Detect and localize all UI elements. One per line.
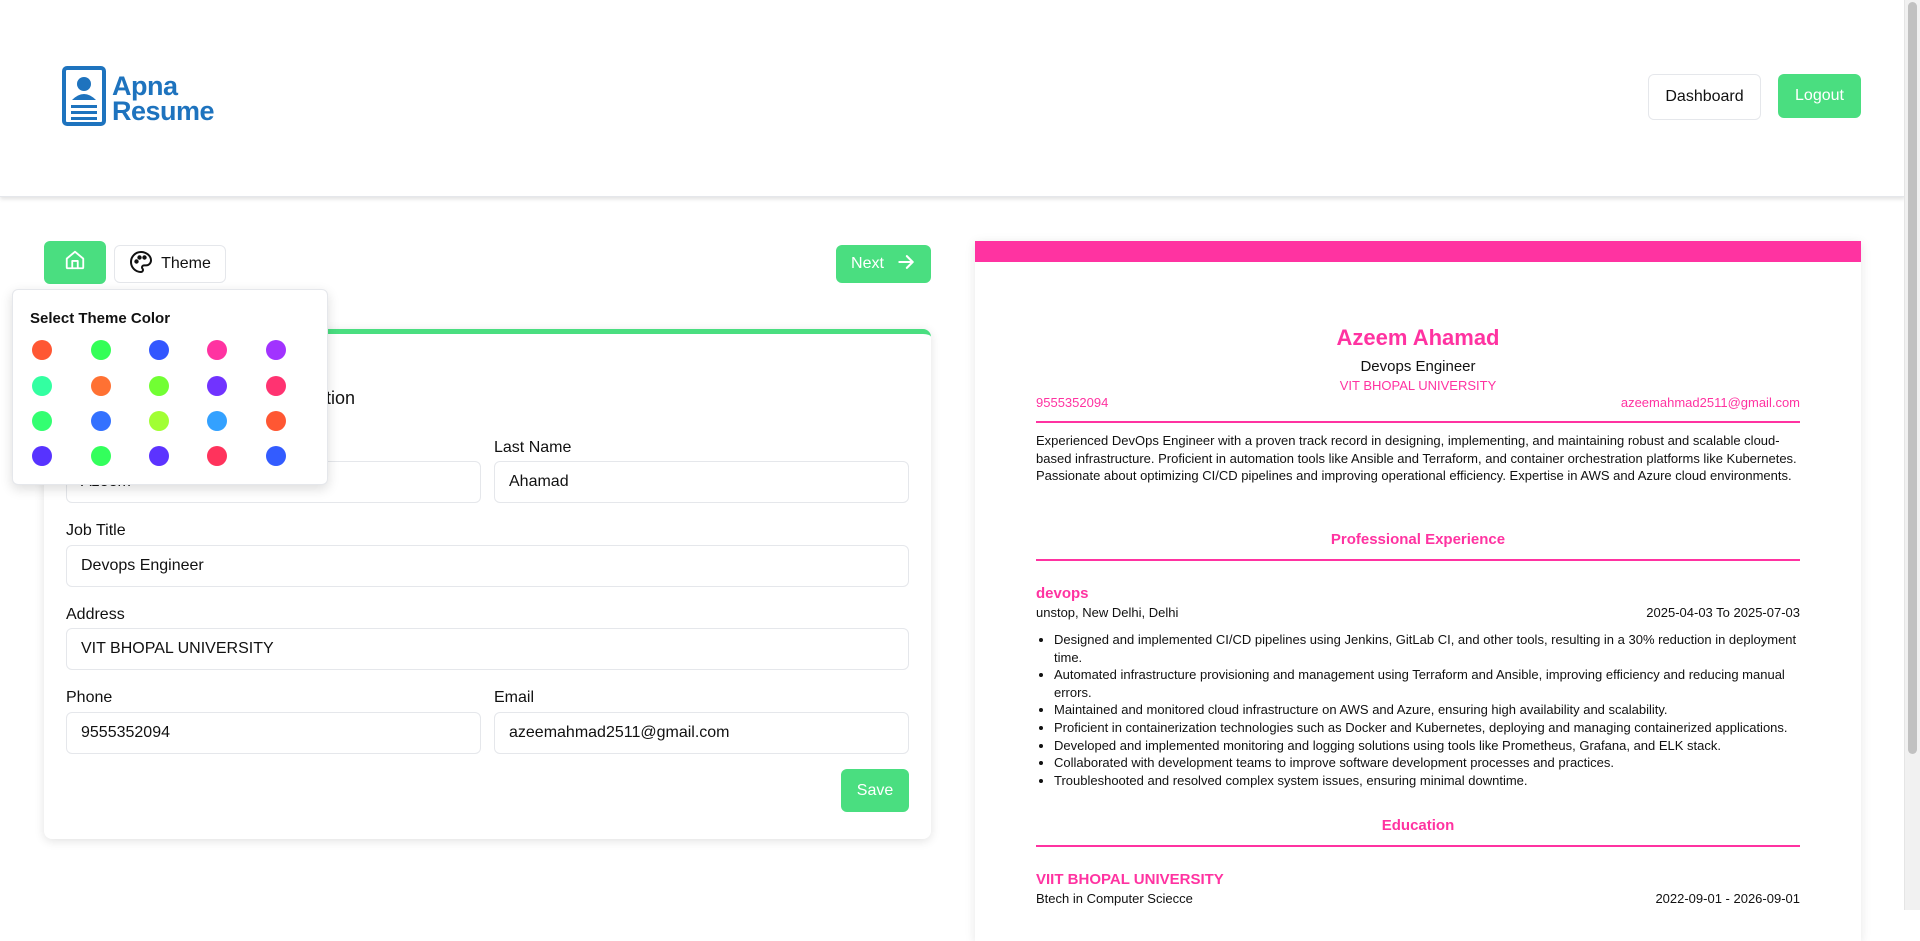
last-name-field[interactable]: Ahamad xyxy=(494,461,909,503)
resume-email: azeemahmad2511@gmail.com xyxy=(1620,395,1800,410)
logout-button[interactable]: Logout xyxy=(1778,74,1861,118)
dashboard-button[interactable]: Dashboard xyxy=(1648,74,1761,120)
theme-label: Theme xyxy=(161,255,211,272)
theme-color-swatch[interactable] xyxy=(91,411,111,431)
resume-divider xyxy=(1036,421,1800,423)
theme-color-swatch[interactable] xyxy=(266,376,286,396)
home-icon xyxy=(64,249,86,276)
theme-color-popover: Select Theme Color xyxy=(12,289,328,485)
theme-color-swatch[interactable] xyxy=(91,340,111,360)
experience-dates: 2025-04-03 To 2025-07-03 xyxy=(1646,605,1800,620)
logo-text: Apna Resume xyxy=(112,70,215,126)
education-heading: Education xyxy=(1381,817,1455,834)
logo-line1: Apna xyxy=(112,70,178,101)
education-divider xyxy=(1036,845,1800,847)
theme-color-swatch[interactable] xyxy=(266,340,286,360)
theme-color-swatch[interactable] xyxy=(266,446,286,466)
education-school: VIIT BHOPAL UNIVERSITY xyxy=(1036,871,1224,888)
theme-color-swatch[interactable] xyxy=(149,340,169,360)
experience-bullet: Automated infrastructure provisioning an… xyxy=(1054,666,1818,701)
address-field[interactable]: VIT BHOPAL UNIVERSITY xyxy=(66,628,909,670)
resume-phone: 9555352094 xyxy=(1036,395,1109,410)
theme-color-swatch[interactable] xyxy=(266,411,286,431)
theme-color-swatch[interactable] xyxy=(149,411,169,431)
experience-bullets: Designed and implemented CI/CD pipelines… xyxy=(1036,631,1818,789)
save-button[interactable]: Save xyxy=(841,769,909,812)
next-label: Next xyxy=(851,255,884,272)
resume-top-bar xyxy=(975,241,1861,262)
app-header: Apna Resume Dashboard Logout xyxy=(0,0,1905,197)
experience-title: devops xyxy=(1036,585,1089,602)
theme-button[interactable]: Theme xyxy=(114,245,226,283)
experience-divider xyxy=(1036,559,1800,561)
experience-heading: Professional Experience xyxy=(1330,531,1506,548)
resume-logo-icon xyxy=(62,66,106,131)
experience-bullet: Proficient in containerization technolog… xyxy=(1054,719,1818,737)
experience-bullet: Maintained and monitored cloud infrastru… xyxy=(1054,701,1818,719)
address-label: Address xyxy=(66,606,125,623)
job-title-field[interactable]: Devops Engineer xyxy=(66,545,909,587)
education-dates: 2022-09-01 - 2026-09-01 xyxy=(1655,891,1800,906)
theme-color-swatch[interactable] xyxy=(149,446,169,466)
last-name-label: Last Name xyxy=(494,439,572,456)
arrow-right-icon xyxy=(896,252,916,277)
experience-bullet: Designed and implemented CI/CD pipelines… xyxy=(1054,631,1818,666)
email-label: Email xyxy=(494,689,535,706)
theme-color-swatch[interactable] xyxy=(32,411,52,431)
page-scrollbar[interactable] xyxy=(1904,0,1920,910)
job-title-label: Job Title xyxy=(66,522,126,539)
theme-color-swatch[interactable] xyxy=(207,376,227,396)
resume-summary: Experienced DevOps Engineer with a prove… xyxy=(1036,433,1797,484)
resume-address: VIT BHOPAL UNIVERSITY xyxy=(1339,378,1497,393)
email-field[interactable]: azeemahmad2511@gmail.com xyxy=(494,712,909,754)
resume-job-title: Devops Engineer xyxy=(1360,358,1476,375)
theme-color-swatch[interactable] xyxy=(207,340,227,360)
experience-bullet: Developed and implemented monitoring and… xyxy=(1054,737,1818,755)
home-button[interactable] xyxy=(44,241,106,284)
palette-icon xyxy=(129,250,153,279)
theme-color-swatch[interactable] xyxy=(32,376,52,396)
popover-title: Select Theme Color xyxy=(30,310,171,327)
next-button[interactable]: Next xyxy=(836,245,931,283)
theme-color-swatch[interactable] xyxy=(91,446,111,466)
resume-preview: Azeem Ahamad Devops Engineer VIT BHOPAL … xyxy=(975,241,1861,941)
theme-color-swatch[interactable] xyxy=(207,446,227,466)
phone-field[interactable]: 9555352094 xyxy=(66,712,481,754)
theme-color-swatch[interactable] xyxy=(91,376,111,396)
logo-line2: Resume xyxy=(112,95,215,126)
resume-name: Azeem Ahamad xyxy=(1336,325,1500,350)
theme-color-swatch[interactable] xyxy=(149,376,169,396)
logo[interactable]: Apna Resume xyxy=(62,66,215,131)
experience-bullet: Troubleshooted and resolved complex syst… xyxy=(1054,772,1818,790)
theme-color-swatch[interactable] xyxy=(32,340,52,360)
phone-label: Phone xyxy=(66,689,113,706)
education-degree: Btech in Computer Sciecce xyxy=(1036,891,1193,906)
theme-color-swatch[interactable] xyxy=(207,411,227,431)
theme-color-swatch[interactable] xyxy=(32,446,52,466)
experience-bullet: Collaborated with development teams to i… xyxy=(1054,754,1818,772)
scrollbar-thumb[interactable] xyxy=(1908,2,1917,754)
experience-company: unstop, New Delhi, Delhi xyxy=(1036,605,1179,620)
